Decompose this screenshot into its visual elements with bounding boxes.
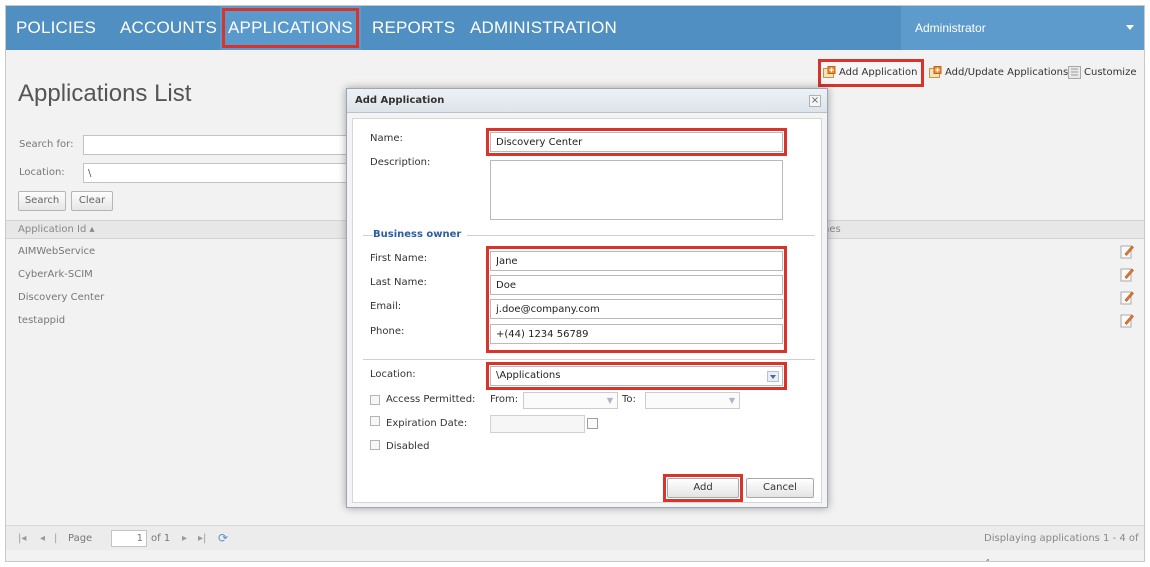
- last-page-icon[interactable]: ▸|: [198, 526, 206, 551]
- email-field[interactable]: [490, 299, 783, 319]
- customize-icon: [1068, 66, 1081, 79]
- next-page-icon[interactable]: ▸: [182, 526, 187, 551]
- table-cell: AIMWebService: [18, 246, 96, 257]
- pager: |◂ ◂ | Page of 1 ▸ ▸| ⟳ Displaying appli…: [6, 525, 1144, 561]
- last-name-field[interactable]: [490, 275, 783, 295]
- email-label: Email:: [370, 301, 402, 312]
- page-label: Page: [68, 533, 93, 544]
- customize-label: Customize: [1084, 67, 1137, 78]
- edit-icon[interactable]: [1120, 267, 1134, 282]
- access-permitted-label: Access Permitted:: [386, 394, 476, 405]
- phone-label: Phone:: [370, 326, 405, 337]
- refresh-icon[interactable]: ⟳: [218, 526, 228, 551]
- page-of-label: of 1: [151, 533, 171, 544]
- search-input[interactable]: [83, 135, 353, 155]
- page-title: Applications List: [18, 80, 192, 107]
- location-select[interactable]: \Applications: [490, 366, 783, 386]
- top-nav: POLICIES ACCOUNTS APPLICATIONS REPORTS A…: [6, 6, 1144, 50]
- expiration-date-label: Expiration Date:: [386, 418, 468, 429]
- search-for-label: Search for:: [19, 139, 74, 150]
- to-select[interactable]: ▼: [645, 392, 740, 409]
- add-application-dialog: Add Application × Name: Description: Bus…: [346, 88, 828, 508]
- cancel-button[interactable]: Cancel: [746, 478, 814, 498]
- nav-reports[interactable]: REPORTS: [372, 6, 455, 50]
- nav-applications[interactable]: APPLICATIONS: [220, 6, 361, 50]
- add-update-applications-icon: [929, 66, 942, 78]
- edit-icon[interactable]: [1120, 290, 1134, 305]
- chevron-down-icon[interactable]: [767, 371, 779, 382]
- add-update-applications-label: Add/Update Applications: [945, 67, 1069, 78]
- expiration-date-field[interactable]: [490, 415, 585, 433]
- first-name-field[interactable]: [490, 251, 783, 271]
- chevron-down-icon: ▼: [606, 396, 613, 405]
- clear-button[interactable]: Clear: [71, 191, 113, 211]
- user-menu[interactable]: Administrator: [901, 6, 1144, 50]
- app-window: POLICIES ACCOUNTS APPLICATIONS REPORTS A…: [5, 5, 1145, 562]
- location-label: Location:: [19, 167, 65, 178]
- user-name: Administrator: [915, 21, 986, 35]
- phone-field[interactable]: [490, 324, 783, 344]
- location-value: \Applications: [496, 370, 561, 381]
- separator: [363, 359, 815, 360]
- add-application-label: Add Application: [839, 67, 918, 78]
- description-field[interactable]: [490, 160, 783, 220]
- disabled-label: Disabled: [386, 441, 430, 452]
- from-label: From:: [490, 394, 519, 405]
- table-cell: Discovery Center: [18, 292, 105, 303]
- dialog-titlebar[interactable]: Add Application ×: [347, 89, 827, 113]
- access-permitted-checkbox[interactable]: [370, 395, 380, 405]
- nav-administration[interactable]: ADMINISTRATION: [470, 6, 617, 50]
- page-number-input[interactable]: [111, 530, 147, 547]
- table-cell: CyberArk-SCIM: [18, 269, 93, 280]
- nav-accounts[interactable]: ACCOUNTS: [120, 6, 217, 50]
- first-page-icon[interactable]: |◂: [18, 526, 26, 551]
- customize-button[interactable]: Customize: [1066, 62, 1137, 84]
- business-owner-heading: Business owner: [373, 229, 468, 240]
- add-application-icon: [823, 66, 836, 78]
- prev-page-icon[interactable]: ◂: [40, 526, 45, 551]
- name-label: Name:: [370, 133, 403, 144]
- add-application-button[interactable]: Add Application: [818, 59, 924, 87]
- last-name-label: Last Name:: [370, 277, 427, 288]
- pager-status: Displaying applications 1 - 4 of 4: [984, 533, 1139, 561]
- search-button[interactable]: Search: [18, 191, 66, 211]
- disabled-checkbox[interactable]: [370, 440, 380, 450]
- expiration-date-checkbox[interactable]: [370, 416, 380, 426]
- description-label: Description:: [370, 157, 431, 168]
- chevron-down-icon: [1126, 25, 1134, 30]
- location-input[interactable]: [83, 163, 353, 183]
- column-application-id[interactable]: Application Id ▴: [18, 221, 95, 239]
- dialog-body: Name: Description: Business owner First …: [352, 118, 822, 503]
- dialog-title: Add Application: [355, 95, 445, 106]
- table-cell: testappid: [18, 315, 66, 326]
- nav-policies[interactable]: POLICIES: [16, 6, 96, 50]
- from-select[interactable]: ▼: [523, 392, 618, 409]
- calendar-icon[interactable]: [587, 418, 598, 429]
- to-label: To:: [622, 394, 636, 405]
- edit-icon[interactable]: [1120, 313, 1134, 328]
- pager-separator: |: [54, 533, 58, 544]
- add-update-applications-button[interactable]: Add/Update Applications: [927, 62, 1068, 84]
- chevron-down-icon: ▼: [728, 396, 735, 405]
- edit-icon[interactable]: [1120, 244, 1134, 259]
- close-icon[interactable]: ×: [809, 95, 821, 107]
- name-field[interactable]: [490, 132, 783, 152]
- add-button[interactable]: Add: [667, 478, 739, 498]
- first-name-label: First Name:: [370, 253, 428, 264]
- location-label: Location:: [370, 369, 416, 380]
